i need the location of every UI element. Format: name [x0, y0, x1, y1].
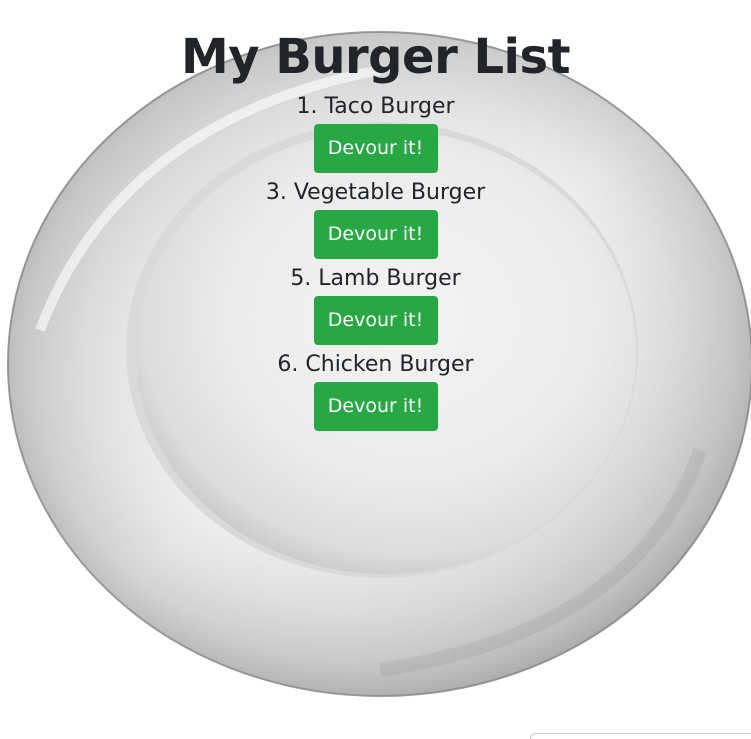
list-item: 5. Lamb Burger Devour it! [0, 262, 751, 348]
devour-button[interactable]: Devour it! [313, 382, 438, 431]
devour-button[interactable]: Devour it! [313, 296, 438, 345]
page-title: My Burger List [180, 29, 571, 85]
bottom-form-edge [530, 733, 751, 739]
devour-button[interactable]: Devour it! [313, 210, 438, 259]
page: My Burger List 1. Taco Burger Devour it!… [0, 0, 751, 739]
burger-name: 3. Vegetable Burger [265, 180, 486, 205]
burger-name: 6. Chicken Burger [277, 352, 474, 377]
main-content: My Burger List 1. Taco Burger Devour it!… [0, 0, 751, 434]
burger-name: 1. Taco Burger [296, 94, 455, 119]
devour-button[interactable]: Devour it! [313, 124, 438, 173]
burger-list: 1. Taco Burger Devour it! 3. Vegetable B… [0, 90, 751, 434]
list-item: 6. Chicken Burger Devour it! [0, 348, 751, 434]
burger-name: 5. Lamb Burger [290, 266, 461, 291]
list-item: 1. Taco Burger Devour it! [0, 90, 751, 176]
list-item: 3. Vegetable Burger Devour it! [0, 176, 751, 262]
